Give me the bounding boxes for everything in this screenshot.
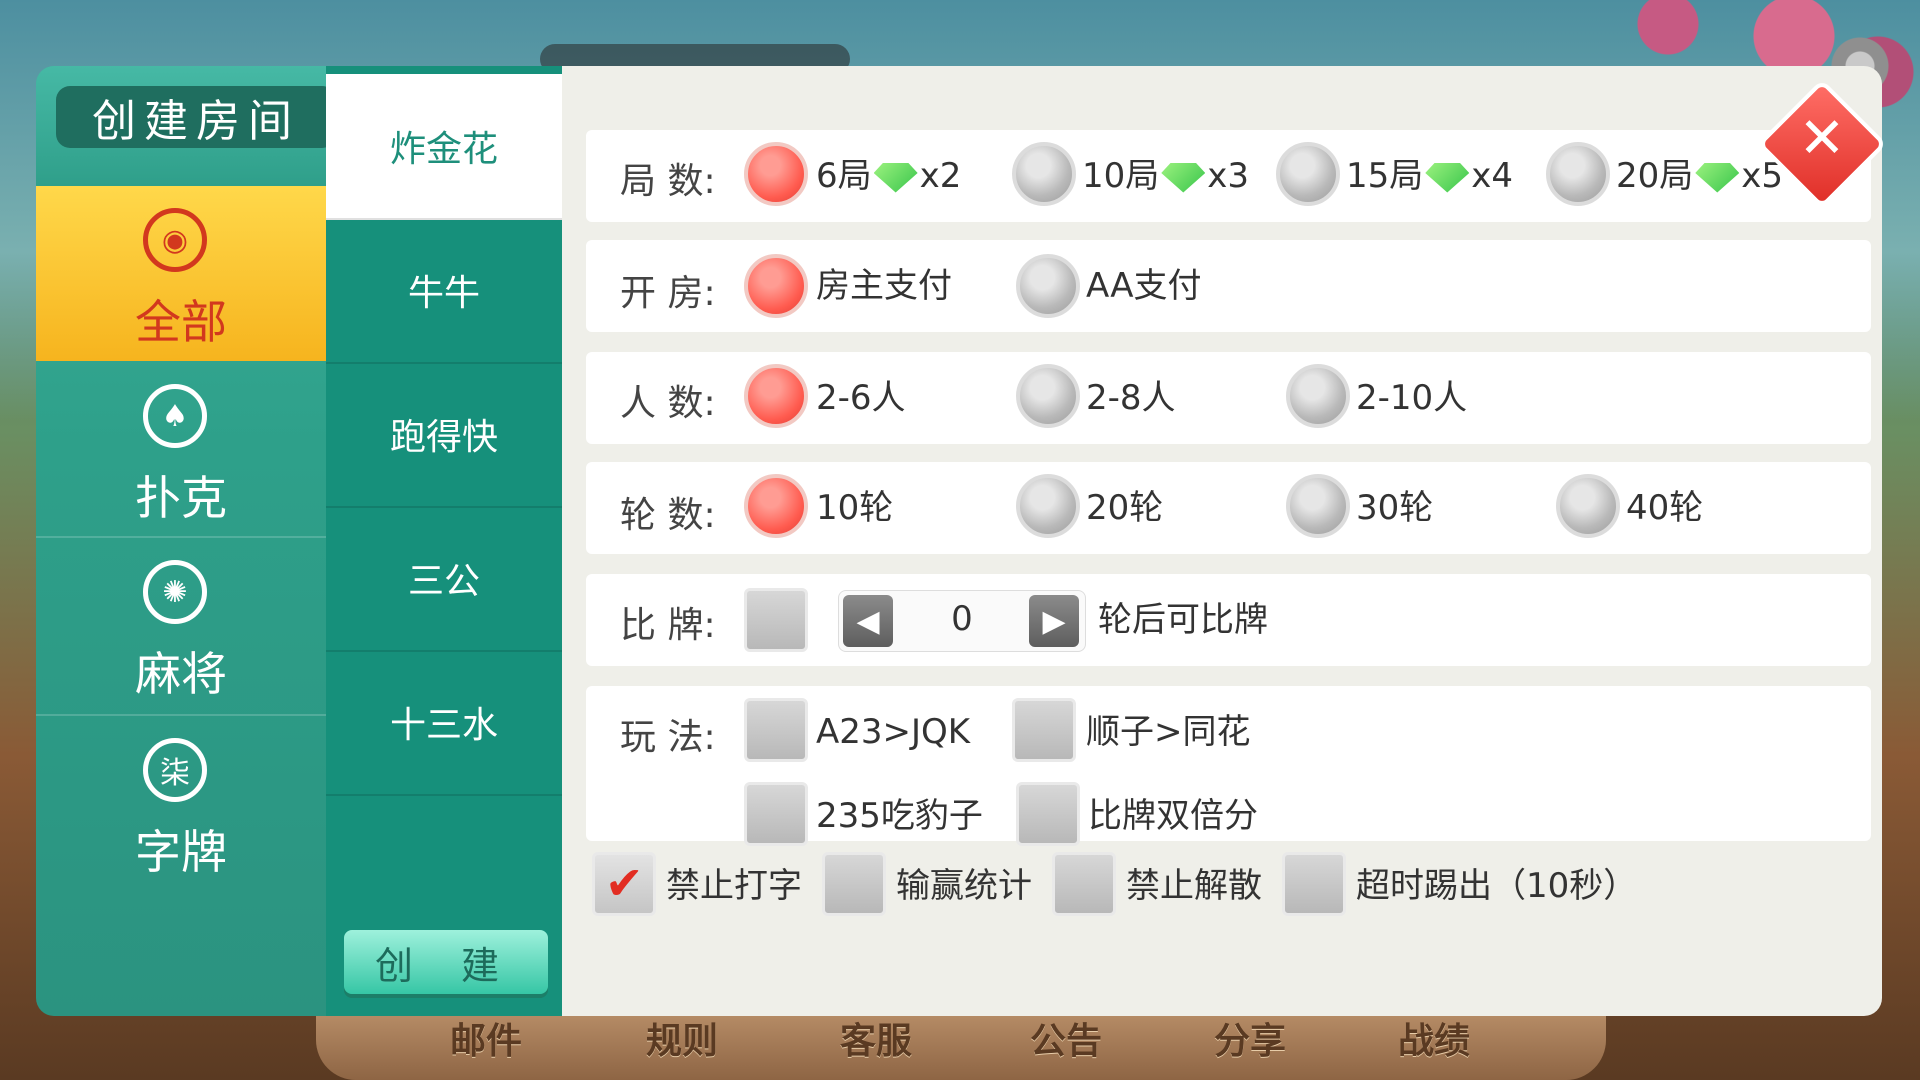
play-checkbox-235[interactable]	[744, 782, 808, 846]
play-checkbox-a23[interactable]	[744, 698, 808, 762]
bottom-tab-service[interactable]: 客服	[840, 1012, 912, 1064]
category-zipai[interactable]: 柒 字牌	[36, 716, 326, 891]
page-title: 创建房间	[56, 86, 326, 148]
turns-radio-10[interactable]	[744, 474, 808, 538]
players-radio-2-8[interactable]	[1016, 364, 1080, 428]
players-radio-2-10[interactable]	[1286, 364, 1350, 428]
extra-checkbox-stats[interactable]	[822, 852, 886, 916]
compare-stepper: ◀ 0 ▶	[838, 590, 1086, 652]
diamond-icon	[873, 162, 918, 193]
spade-icon: ♠	[143, 384, 207, 448]
cost-multiplier: x3	[1207, 156, 1250, 196]
diamond-icon	[1425, 162, 1470, 193]
game-tab-paodekuai[interactable]: 跑得快	[326, 362, 562, 508]
diamond-icon	[1695, 162, 1740, 193]
rounds-option-15: 15局 x4	[1346, 156, 1513, 196]
rounds-option-20: 20局 x5	[1616, 156, 1783, 196]
decrement-button[interactable]: ◀	[843, 595, 893, 647]
category-all[interactable]: ◉ 全部	[36, 186, 326, 361]
rounds-radio-20[interactable]	[1546, 142, 1610, 206]
play-label: 玩 法:	[620, 717, 716, 758]
option-text: 15局	[1346, 156, 1424, 196]
cost-multiplier: x4	[1471, 156, 1514, 196]
game-list: 炸金花 牛牛 跑得快 三公 十三水	[326, 66, 562, 1016]
players-option-2-8: 2-8人	[1086, 378, 1176, 418]
play-option-straight: 顺子>同花	[1086, 712, 1251, 752]
category-label: 麻将	[135, 647, 227, 701]
turns-option-40: 40轮	[1626, 488, 1704, 528]
bottom-tab-notice[interactable]: 公告	[1030, 1012, 1102, 1064]
payment-radio-aa[interactable]	[1016, 254, 1080, 318]
rounds-option-10: 10局 x3	[1082, 156, 1249, 196]
cost-multiplier: x2	[919, 156, 962, 196]
create-room-button[interactable]: 创 建	[344, 930, 548, 994]
increment-button[interactable]: ▶	[1029, 595, 1079, 647]
category-label: 字牌	[135, 825, 227, 879]
compare-label: 比 牌:	[620, 605, 716, 646]
rounds-radio-15[interactable]	[1276, 142, 1340, 206]
players-option-2-6: 2-6人	[816, 378, 906, 418]
option-text: 6局	[816, 156, 872, 196]
option-text: 20局	[1616, 156, 1694, 196]
game-tab-shisanshui[interactable]: 十三水	[326, 650, 562, 796]
bottom-tab-record[interactable]: 战绩	[1398, 1012, 1470, 1064]
option-text: 10局	[1082, 156, 1160, 196]
game-tab-niuniu[interactable]: 牛牛	[326, 218, 562, 364]
rounds-radio-10[interactable]	[1012, 142, 1076, 206]
extra-label-stats: 输赢统计	[896, 866, 1032, 906]
turns-label: 轮 数:	[620, 495, 716, 536]
turns-option-20: 20轮	[1086, 488, 1164, 528]
turns-option-10: 10轮	[816, 488, 894, 528]
category-sidebar: 创建房间 ◉ 全部 ♠ 扑克 ✺ 麻将 柒 字牌	[36, 66, 326, 1016]
extra-label-no-dissolve: 禁止解散	[1126, 866, 1262, 906]
turns-radio-20[interactable]	[1016, 474, 1080, 538]
game-tab-zhajinhua[interactable]: 炸金花	[326, 74, 562, 220]
extra-label-no-typing: 禁止打字	[666, 866, 802, 906]
players-option-2-10: 2-10人	[1356, 378, 1468, 418]
checkmark-icon: ✔	[605, 856, 644, 910]
extra-checkbox-timeout-kick[interactable]	[1282, 852, 1346, 916]
close-icon: ✕	[1798, 106, 1846, 171]
players-label: 人 数:	[620, 383, 716, 424]
play-option-235: 235吃豹子	[816, 796, 983, 836]
extra-checkbox-no-typing[interactable]: ✔	[592, 852, 656, 916]
rounds-label: 局 数:	[620, 161, 716, 202]
play-option-double: 比牌双倍分	[1088, 796, 1258, 836]
category-mahjong[interactable]: ✺ 麻将	[36, 538, 326, 713]
play-option-a23: A23>JQK	[816, 712, 971, 752]
category-poker[interactable]: ♠ 扑克	[36, 362, 326, 537]
game-tab-sangong[interactable]: 三公	[326, 506, 562, 652]
gamepad-icon: ◉	[143, 208, 207, 272]
turns-option-30: 30轮	[1356, 488, 1434, 528]
play-checkbox-straight[interactable]	[1012, 698, 1076, 762]
compare-checkbox[interactable]	[744, 588, 808, 652]
players-radio-2-6[interactable]	[744, 364, 808, 428]
mahjong-icon: ✺	[143, 560, 207, 624]
bottom-tab-share[interactable]: 分享	[1214, 1012, 1286, 1064]
bottom-tab-rules[interactable]: 规则	[646, 1012, 718, 1064]
turns-radio-40[interactable]	[1556, 474, 1620, 538]
rounds-option-6: 6局 x2	[816, 156, 961, 196]
turns-radio-30[interactable]	[1286, 474, 1350, 538]
diamond-icon	[1161, 162, 1206, 193]
play-checkbox-double[interactable]	[1016, 782, 1080, 846]
compare-suffix: 轮后可比牌	[1098, 600, 1268, 640]
compare-value: 0	[951, 599, 973, 639]
extra-checkbox-no-dissolve[interactable]	[1052, 852, 1116, 916]
rounds-radio-6[interactable]	[744, 142, 808, 206]
payment-radio-owner[interactable]	[744, 254, 808, 318]
bottom-tab-mail[interactable]: 邮件	[450, 1012, 522, 1064]
payment-option-aa: AA支付	[1086, 266, 1202, 306]
title-area: 创建房间	[36, 66, 326, 186]
payment-option-owner: 房主支付	[816, 266, 952, 306]
payment-label: 开 房:	[620, 273, 716, 314]
extra-label-timeout-kick: 超时踢出（10秒）	[1356, 866, 1638, 906]
category-label: 全部	[135, 295, 227, 349]
zipai-icon: 柒	[143, 738, 207, 802]
category-label: 扑克	[135, 471, 227, 525]
